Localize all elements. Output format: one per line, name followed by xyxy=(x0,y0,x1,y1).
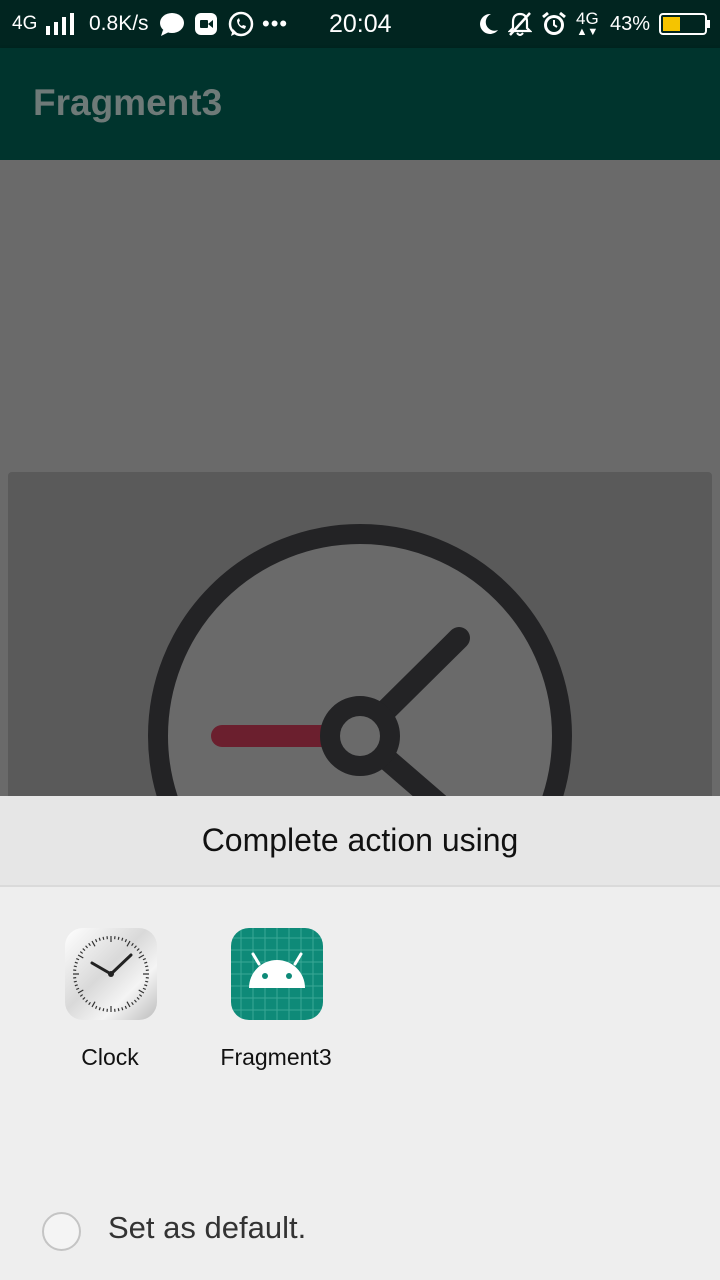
status-time: 20:04 xyxy=(329,9,392,38)
app-label-fragment3: Fragment3 xyxy=(220,1044,332,1070)
data-arrows-icon: ▲▼ xyxy=(576,25,599,38)
chooser-header: Complete action using xyxy=(0,796,720,887)
content-area xyxy=(0,160,720,796)
clock-icon xyxy=(148,524,572,796)
status-bar: 4G 0.8K/s ••• 20:04 4G ▲▼ 43% xyxy=(0,0,720,48)
app-label-clock: Clock xyxy=(81,1044,139,1070)
battery-percent: 43% xyxy=(610,12,651,35)
app-option-fragment3[interactable]: Fragment3 xyxy=(196,928,356,1078)
moon-icon xyxy=(477,0,499,48)
android-app-icon xyxy=(231,928,323,1020)
app-option-clock[interactable]: Clock xyxy=(30,928,190,1078)
set-as-default-label: Set as default. xyxy=(108,1210,307,1245)
clock-card xyxy=(8,472,712,796)
network-type-right: 4G xyxy=(576,8,599,28)
more-dots-icon: ••• xyxy=(262,11,289,36)
video-call-icon xyxy=(194,0,218,48)
whatsapp-icon xyxy=(228,0,254,48)
alarm-icon xyxy=(541,0,567,48)
app-bar-title: Fragment3 xyxy=(33,82,223,123)
battery-icon xyxy=(659,0,711,48)
set-as-default-row[interactable]: Set as default. xyxy=(0,1194,720,1266)
network-type: 4G xyxy=(12,13,38,34)
clock-app-icon xyxy=(65,928,157,1020)
bell-mute-icon xyxy=(508,0,532,48)
chat-bubble-icon xyxy=(159,0,185,48)
chooser-sheet: Complete action using Clock Fragment3 Se… xyxy=(0,796,720,1280)
data-network-indicator: 4G ▲▼ xyxy=(576,0,599,48)
signal-bars-icon xyxy=(46,0,76,48)
chooser-title: Complete action using xyxy=(201,822,519,858)
set-as-default-radio[interactable] xyxy=(42,1212,81,1251)
network-speed: 0.8K/s xyxy=(89,12,149,35)
app-bar: Fragment3 xyxy=(0,48,720,160)
